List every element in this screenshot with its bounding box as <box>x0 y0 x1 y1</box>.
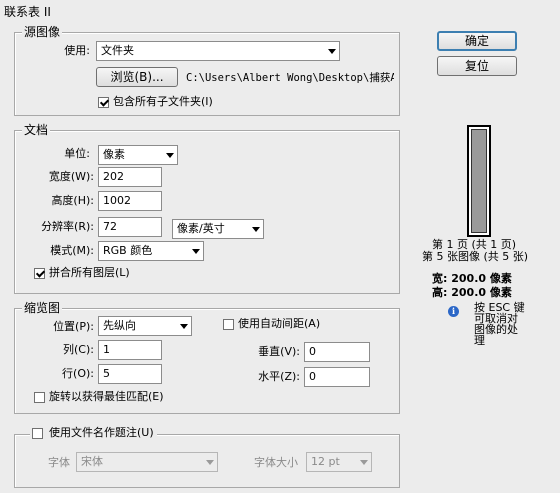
chevron-down-icon <box>180 324 188 329</box>
document-legend: 文档 <box>22 123 51 137</box>
auto-spacing-label: 使用自动间距(A) <box>238 317 321 330</box>
place-select[interactable]: 先纵向 <box>98 316 192 336</box>
width-field[interactable]: 202 <box>98 167 162 187</box>
columns-field[interactable]: 1 <box>98 340 162 360</box>
use-filename-checkbox[interactable] <box>32 428 43 439</box>
include-subfolders-label: 包含所有子文件夹(I) <box>113 95 213 108</box>
place-select-value: 先纵向 <box>103 319 136 332</box>
font-size-select[interactable]: 12 pt <box>306 452 372 472</box>
vertical-label: 垂直(V): <box>258 345 300 358</box>
title-bar: 联系表 II <box>0 0 560 20</box>
place-label: 位置(P): <box>53 320 94 333</box>
ok-button[interactable]: 确定 <box>437 31 517 51</box>
thumbnails-legend: 缩览图 <box>22 301 63 315</box>
columns-label: 列(C): <box>63 343 94 356</box>
rotate-label: 旋转以获得最佳匹配(E) <box>49 390 164 403</box>
font-size-label: 字体大小 <box>254 456 298 469</box>
use-select[interactable]: 文件夹 <box>96 41 340 61</box>
include-subfolders-checkbox[interactable] <box>98 97 109 108</box>
chevron-down-icon <box>360 460 368 465</box>
chevron-down-icon <box>206 460 214 465</box>
mode-label: 模式(M): <box>50 244 94 257</box>
resolution-unit-value: 像素/英寸 <box>177 222 225 235</box>
thumb-width-text: 宽: 200.0 像素 <box>432 272 512 285</box>
horizontal-label: 水平(Z): <box>258 370 300 383</box>
mode-select[interactable]: RGB 颜色 <box>98 241 204 261</box>
chevron-down-icon <box>328 49 336 54</box>
rows-field[interactable]: 5 <box>98 364 162 384</box>
browse-button[interactable]: 浏览(B)... <box>96 67 178 87</box>
font-select[interactable]: 宋体 <box>76 452 218 472</box>
use-label: 使用: <box>64 44 90 57</box>
rotate-checkbox[interactable] <box>34 392 45 403</box>
resolution-unit-select[interactable]: 像素/英寸 <box>172 219 264 239</box>
contact-sheet-preview <box>467 125 491 237</box>
mode-select-value: RGB 颜色 <box>103 244 153 257</box>
font-size-value: 12 pt <box>311 455 340 468</box>
window-title: 联系表 II <box>4 5 51 19</box>
esc-hint-text: 按 ESC 键可取消对图像的处理 <box>474 301 525 347</box>
source-image-legend: 源图像 <box>22 25 63 39</box>
width-label: 宽度(W): <box>48 170 94 183</box>
font-select-value: 宋体 <box>81 455 103 468</box>
chevron-down-icon <box>252 227 260 232</box>
auto-spacing-checkbox[interactable] <box>223 319 234 330</box>
resolution-field[interactable]: 72 <box>98 217 162 237</box>
unit-label: 单位: <box>64 147 90 160</box>
unit-select-value: 像素 <box>103 148 125 161</box>
flatten-layers-checkbox[interactable] <box>34 268 45 279</box>
chevron-down-icon <box>192 249 200 254</box>
info-icon: i <box>448 306 459 317</box>
font-label: 字体 <box>48 456 70 469</box>
use-filename-label: 使用文件名作题注(U) <box>49 426 154 439</box>
image-count-text: 第 5 张图像 (共 5 张) <box>422 250 529 263</box>
height-field[interactable]: 1002 <box>98 191 162 211</box>
vertical-field[interactable]: 0 <box>304 342 370 362</box>
resolution-label: 分辨率(R): <box>41 220 94 233</box>
use-select-value: 文件夹 <box>101 44 134 57</box>
horizontal-field[interactable]: 0 <box>304 367 370 387</box>
chevron-down-icon <box>166 153 174 158</box>
thumb-height-text: 高: 200.0 像素 <box>432 286 512 299</box>
preview-thumbnail-strip <box>471 129 487 233</box>
caption-legend: 使用文件名作题注(U) <box>30 426 157 440</box>
reset-button[interactable]: 复位 <box>437 56 517 76</box>
unit-select[interactable]: 像素 <box>98 145 178 165</box>
height-label: 高度(H): <box>51 194 94 207</box>
rows-label: 行(O): <box>62 367 94 380</box>
flatten-layers-label: 拼合所有图层(L) <box>49 266 130 279</box>
source-path: C:\Users\Albert Wong\Desktop\捕获A\ <box>186 72 394 84</box>
